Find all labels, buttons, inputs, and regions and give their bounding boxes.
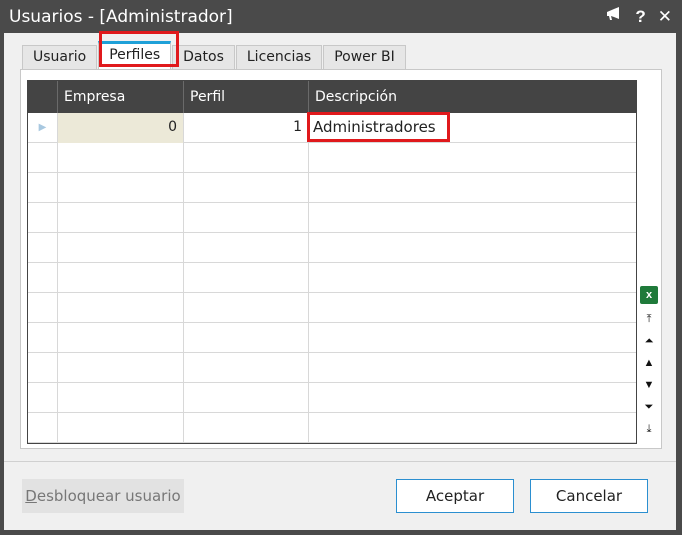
empty-cell [28, 413, 58, 443]
empty-cell [28, 233, 58, 263]
row-selector-arrow-icon[interactable]: ▶ [28, 113, 58, 143]
cell-descripcion[interactable]: Administradores [309, 113, 636, 143]
next-row-icon[interactable]: ▼ [641, 376, 657, 394]
tab-strip: Usuario Perfiles Datos Licencias Power B… [22, 41, 407, 69]
tab-power-bi[interactable]: Power BI [323, 45, 406, 69]
empty-cell [28, 383, 58, 413]
title-bar-icons: ? ✕ [605, 6, 672, 27]
table-row-empty[interactable] [28, 413, 636, 443]
empty-cell [28, 203, 58, 233]
empty-cell [184, 383, 309, 413]
empty-cell [58, 323, 184, 353]
table-row-empty[interactable] [28, 233, 636, 263]
empty-cell [184, 293, 309, 323]
tab-licencias[interactable]: Licencias [235, 45, 323, 69]
cancel-button[interactable]: Cancelar [530, 479, 648, 513]
title-bar: Usuarios - [Administrador] ? ✕ [0, 0, 682, 33]
empty-cell [28, 323, 58, 353]
table-row-empty[interactable] [28, 203, 636, 233]
accept-button[interactable]: Aceptar [396, 479, 514, 513]
megaphone-icon-svg [607, 7, 620, 20]
empty-cell [58, 263, 184, 293]
empty-cell [58, 173, 184, 203]
close-icon[interactable]: ✕ [658, 7, 672, 27]
header-selector [28, 81, 58, 113]
tab-panel-perfiles: Empresa Perfil Descripción ▶ 0 1 Adminis… [20, 69, 662, 449]
table-row-empty[interactable] [28, 383, 636, 413]
cell-empresa[interactable]: 0 [58, 113, 184, 143]
empty-cell [58, 203, 184, 233]
table-row[interactable]: ▶ 0 1 Administradores [28, 113, 636, 143]
unlock-user-button[interactable]: Desbloquear usuario [22, 479, 184, 513]
column-header-perfil[interactable]: Perfil [184, 81, 309, 113]
previous-page-icon[interactable]: ⏶ [641, 332, 657, 350]
table-row-empty[interactable] [28, 323, 636, 353]
first-page-icon[interactable]: ⤒ [641, 310, 657, 328]
empty-cell [184, 203, 309, 233]
empty-cell [184, 413, 309, 443]
empty-cell [184, 173, 309, 203]
empty-cell [58, 353, 184, 383]
empty-cell [184, 323, 309, 353]
table-row-empty[interactable] [28, 173, 636, 203]
empty-cell [184, 353, 309, 383]
empty-cell [28, 173, 58, 203]
dialog-window: Usuarios - [Administrador] ? ✕ Usuario P… [0, 0, 682, 535]
previous-row-icon[interactable]: ▲ [641, 354, 657, 372]
cell-perfil[interactable]: 1 [184, 113, 309, 143]
empty-cell [28, 263, 58, 293]
empty-cell [184, 143, 309, 173]
table-row-empty[interactable] [28, 293, 636, 323]
dialog-body: Usuario Perfiles Datos Licencias Power B… [4, 31, 676, 530]
empty-cell [28, 143, 58, 173]
grid-header: Empresa Perfil Descripción [28, 81, 636, 113]
empty-cell [58, 293, 184, 323]
table-row-empty[interactable] [28, 353, 636, 383]
empty-cell [28, 293, 58, 323]
next-page-icon[interactable]: ⏷ [641, 398, 657, 416]
excel-export-icon[interactable]: x [640, 286, 658, 304]
column-header-descripcion[interactable]: Descripción [309, 81, 636, 113]
column-header-empresa[interactable]: Empresa [58, 81, 184, 113]
empty-cell [58, 143, 184, 173]
empty-cell [184, 263, 309, 293]
tab-usuario[interactable]: Usuario [22, 45, 98, 69]
grid-side-toolbar: x ⤒ ⏶ ▲ ▼ ⏷ ⤓ [639, 70, 661, 448]
table-row-empty[interactable] [28, 143, 636, 173]
empty-cell [184, 233, 309, 263]
last-page-icon[interactable]: ⤓ [641, 420, 657, 438]
empty-cell [28, 353, 58, 383]
megaphone-icon[interactable] [605, 6, 623, 27]
empty-cell [58, 413, 184, 443]
window-title: Usuarios - [Administrador] [9, 7, 233, 27]
tab-perfiles[interactable]: Perfiles [98, 41, 172, 69]
empty-cell [58, 233, 184, 263]
footer-divider [4, 461, 676, 462]
help-icon[interactable]: ? [635, 7, 645, 27]
table-row-empty[interactable] [28, 263, 636, 293]
tab-datos[interactable]: Datos [172, 45, 235, 69]
empty-cell [58, 383, 184, 413]
profiles-grid[interactable]: Empresa Perfil Descripción ▶ 0 1 Adminis… [27, 80, 637, 444]
